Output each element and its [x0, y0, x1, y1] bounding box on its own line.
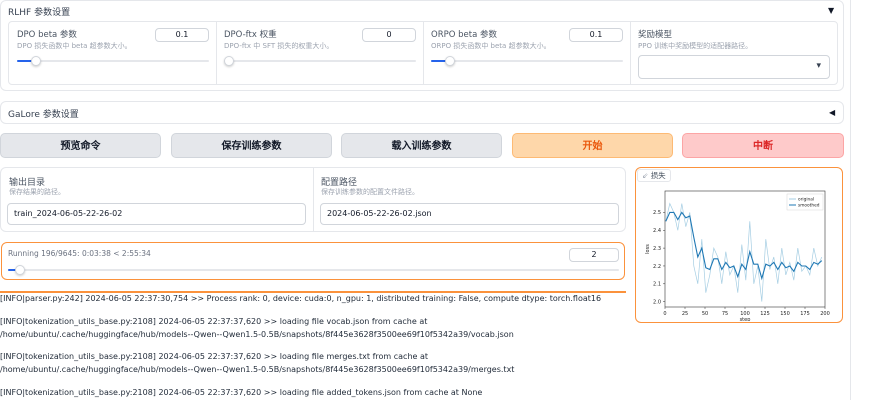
y-tick-label: 2.1 [653, 282, 661, 288]
dpo-ftx-number-input[interactable]: 0 [362, 28, 416, 42]
dpo-beta-slider-group: DPO beta 参数 DPO 损失函数中 beta 超参数大小。 0.1 [9, 22, 216, 82]
config-path-input[interactable]: 2024-06-05-22-26-02.json [320, 203, 619, 225]
dpo-beta-desc: DPO 损失函数中 beta 超参数大小。 [17, 42, 132, 50]
output-dir-input[interactable]: train_2024-06-05-22-26-02 [7, 203, 306, 225]
x-axis-label: step [740, 317, 751, 321]
rlhf-params-row: DPO beta 参数 DPO 损失函数中 beta 超参数大小。 0.1 DP… [8, 21, 838, 85]
dpo-beta-number-input[interactable]: 0.1 [155, 28, 209, 42]
y-axis-label: loss [645, 244, 651, 254]
training-progress-panel: Running 196/9645: 0:03:38 < 2:55:34 2 [1, 242, 625, 280]
page-scrollbar-track[interactable] [850, 0, 851, 400]
dpo-ftx-desc: DPO-ftx 中 SFT 损失的权重大小。 [224, 42, 334, 50]
start-button[interactable]: 开始 [512, 133, 673, 158]
series-smoothed-line [665, 211, 823, 281]
config-path-desc: 保存训练参数的配置文件路径。 [321, 188, 419, 196]
progress-number: 2 [569, 248, 619, 262]
y-tick-label: 2.4 [653, 228, 661, 234]
x-tick-label: 150 [780, 311, 790, 317]
dpo-beta-slider-track[interactable] [17, 60, 209, 62]
output-dir-desc: 保存结果的路径。 [9, 188, 65, 196]
dpo-beta-slider-thumb[interactable] [31, 56, 42, 66]
dpo-ftx-slider-track[interactable] [224, 60, 416, 62]
rlhf-accordion: RLHF 参数设置 ▼ DPO beta 参数 DPO 损失函数中 beta 超… [0, 0, 844, 91]
expand-caret-icon[interactable]: ◀ [829, 108, 835, 117]
reward-model-group: 奖励模型 PPO 训练中奖励模型的适配器路径。 ▾ [630, 22, 837, 82]
log-line: [INFO|tokenization_utils_base.py:2108] 2… [0, 352, 515, 374]
legend-label-smoothed: smoothed [798, 203, 820, 209]
loss-tab-label: 损失 [650, 171, 666, 180]
series-original-line [665, 202, 823, 302]
chevron-down-icon: ▾ [816, 61, 821, 71]
galore-accordion[interactable]: GaLore 参数设置 ◀ [0, 101, 844, 124]
legend-label-original: original [798, 197, 814, 203]
log-line: [INFO|parser.py:242] 2024-06-05 22:37:30… [0, 294, 602, 303]
dpo-ftx-label: DPO-ftx 权重 [224, 30, 277, 40]
y-tick-label: 2.3 [653, 246, 661, 252]
loss-tab: ⇙ 损失 [637, 169, 671, 182]
reward-model-label: 奖励模型 [638, 30, 673, 40]
x-tick-label: 25 [682, 311, 688, 317]
x-tick-label: 200 [820, 311, 830, 317]
log-line: [INFO|tokenization_utils_base.py:2108] 2… [0, 317, 514, 339]
orpo-beta-number-input[interactable]: 0.1 [569, 28, 623, 42]
orpo-beta-label: ORPO beta 参数 [431, 30, 497, 40]
dpo-ftx-slider-group: DPO-ftx 权重 DPO-ftx 中 SFT 损失的权重大小。 0 [216, 22, 423, 82]
dpo-ftx-slider-thumb[interactable] [224, 56, 234, 66]
y-tick-label: 2.0 [653, 299, 661, 305]
chart-icon: ⇙ [642, 171, 649, 180]
collapse-caret-icon[interactable]: ▼ [828, 6, 834, 15]
output-config-panel: 输出目录 保存结果的路径。 train_2024-06-05-22-26-02 … [0, 167, 626, 232]
save-args-button[interactable]: 保存训练参数 [171, 133, 332, 158]
preview-command-button[interactable]: 预览命令 [0, 133, 161, 158]
y-tick-label: 2.2 [653, 264, 661, 270]
progress-thumb [15, 265, 26, 275]
config-path-group: 配置路径 保存训练参数的配置文件路径。 2024-06-05-22-26-02.… [314, 168, 626, 231]
orpo-beta-desc: ORPO 损失函数中 beta 超参数大小。 [431, 42, 551, 50]
load-args-button[interactable]: 载入训练参数 [341, 133, 502, 158]
orpo-beta-slider-track[interactable] [431, 60, 623, 62]
x-tick-label: 125 [760, 311, 770, 317]
dpo-beta-label: DPO beta 参数 [17, 30, 77, 40]
output-dir-group: 输出目录 保存结果的路径。 train_2024-06-05-22-26-02 [1, 168, 313, 231]
galore-accordion-title[interactable]: GaLore 参数设置 [8, 107, 79, 120]
progress-text: Running 196/9645: 0:03:38 < 2:55:34 [8, 249, 151, 258]
loss-plot-panel: ⇙ 损失 0 25 50 75 100 125 150 175 200 2.0 2.1 2.2 2.3 2… [635, 167, 843, 323]
reward-model-desc: PPO 训练中奖励模型的适配器路径。 [638, 42, 753, 50]
reward-model-select[interactable]: ▾ [638, 55, 830, 79]
x-tick-label: 175 [800, 311, 810, 317]
abort-button[interactable]: 中断 [682, 133, 844, 158]
orpo-beta-slider-thumb[interactable] [445, 56, 456, 66]
x-tick-label: 50 [702, 311, 708, 317]
loss-chart: 0 25 50 75 100 125 150 175 2002.02.12.22.32.42.5… [645, 190, 830, 321]
x-tick-label: 75 [722, 311, 728, 317]
rlhf-accordion-title[interactable]: RLHF 参数设置 [8, 5, 70, 18]
log-line: [INFO|tokenization_utils_base.py:2108] 2… [0, 388, 483, 397]
y-tick-label: 2.5 [653, 210, 661, 216]
orpo-beta-slider-group: ORPO beta 参数 ORPO 损失函数中 beta 超参数大小。 0.1 [423, 22, 630, 82]
progress-track [8, 269, 619, 271]
x-tick-label: 0 [663, 311, 666, 317]
